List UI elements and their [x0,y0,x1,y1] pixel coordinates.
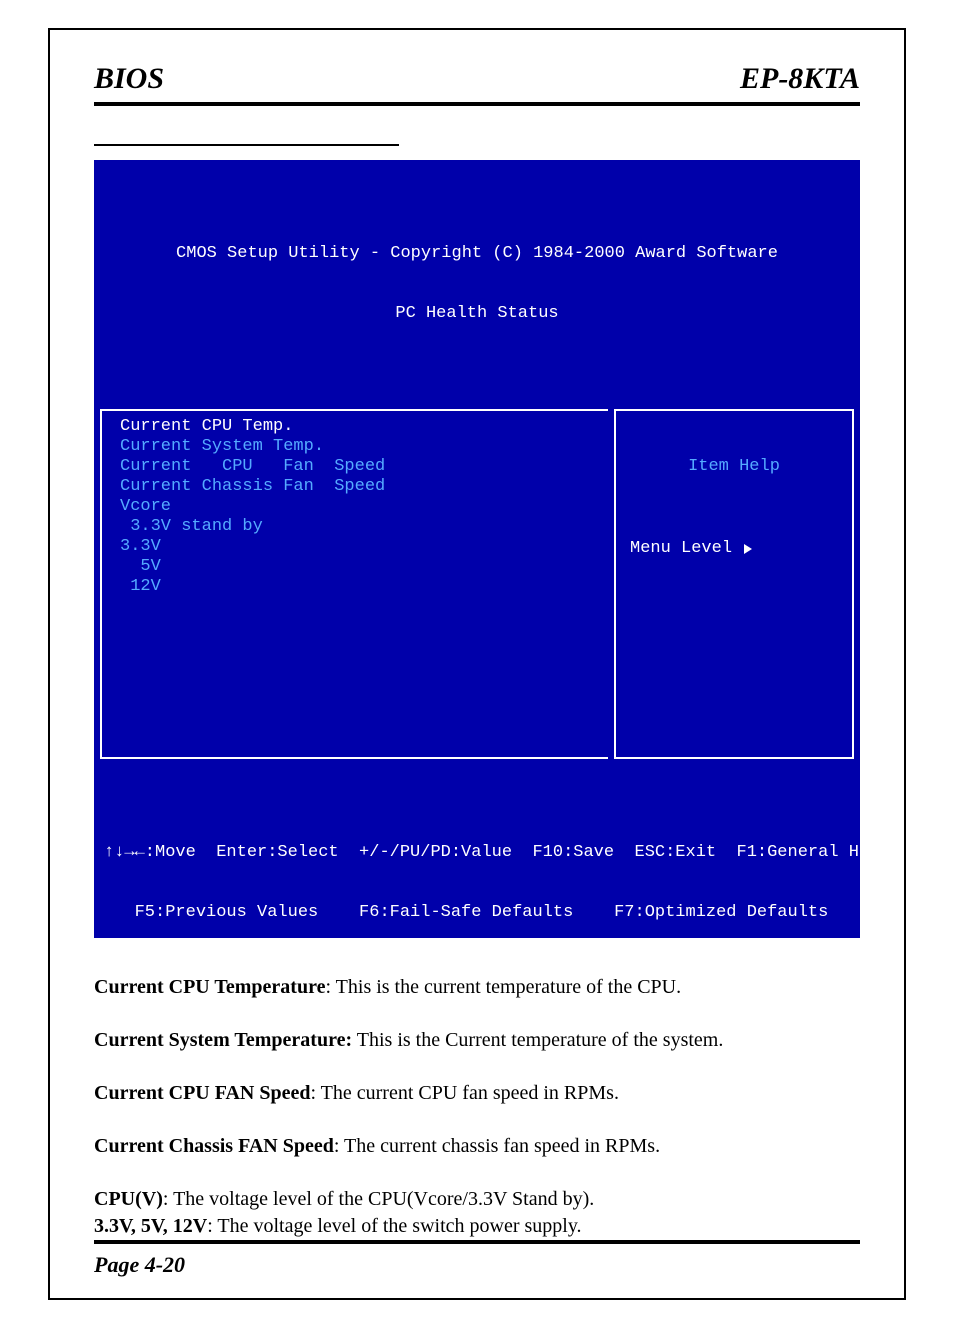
menu-level-row: Menu Level [630,539,838,559]
bios-item: 3.3V [120,537,161,556]
bios-item: 3.3V stand by [120,517,263,536]
item-help-title: Item Help [630,457,838,477]
page-frame: BIOS EP-8KTA CMOS Setup Utility - Copyri… [48,28,906,1300]
bios-item-selected: Current CPU Temp. [120,417,293,436]
bios-title-line2: PC Health Status [94,304,860,324]
desc-label: Current CPU Temperature [94,976,325,998]
bios-title: CMOS Setup Utility - Copyright (C) 1984-… [94,200,860,366]
bios-item: 5V [120,557,161,576]
desc-text: : The voltage level of the CPU(Vcore/3.3… [163,1188,594,1210]
section-title-rule [94,144,399,146]
desc-row: Current CPU FAN Speed: The current CPU f… [94,1080,860,1107]
bios-footer-line1: ↑↓→←:Move Enter:Select +/-/PU/PD:Value F… [104,843,850,863]
desc-row: Current System Temperature: This is the … [94,1027,860,1054]
bios-footer: ↑↓→←:Move Enter:Select +/-/PU/PD:Value F… [94,801,860,938]
bios-item: Current Chassis Fan Speed [120,477,385,496]
desc-label: Current CPU FAN Speed [94,1082,310,1104]
page-header: BIOS EP-8KTA [94,62,860,106]
page-number: Page 4-20 [94,1240,860,1278]
desc-label: Current Chassis FAN Speed [94,1135,334,1157]
desc-row: 3.3V, 5V, 12V: The voltage level of the … [94,1213,860,1240]
bios-panels: Current CPU Temp. Current System Temp. C… [94,407,860,761]
desc-row: Current CPU Temperature: This is the cur… [94,974,860,1001]
desc-text: : This is the current temperature of the… [325,976,681,998]
desc-label: CPU(V) [94,1188,163,1210]
bios-item: 12V [120,577,161,596]
desc-label: 3.3V, 5V, 12V [94,1215,207,1237]
desc-text: This is the Current temperature of the s… [352,1029,723,1051]
header-right: EP-8KTA [740,62,860,96]
bios-right-panel: Item Help Menu Level [614,409,854,759]
bios-item: Vcore [120,497,171,516]
bios-footer-line2: F5:Previous Values F6:Fail-Safe Defaults… [104,903,850,923]
desc-row: Current Chassis FAN Speed: The current c… [94,1133,860,1160]
bios-item: Current System Temp. [120,437,324,456]
bios-title-line1: CMOS Setup Utility - Copyright (C) 1984-… [94,244,860,264]
desc-text: : The current chassis fan speed in RPMs. [334,1135,660,1157]
bios-left-panel: Current CPU Temp. Current System Temp. C… [100,409,608,759]
bios-screenshot: CMOS Setup Utility - Copyright (C) 1984-… [94,160,860,938]
desc-row: CPU(V): The voltage level of the CPU(Vco… [94,1186,860,1213]
bios-item: Current CPU Fan Speed [120,457,385,476]
header-left: BIOS [94,62,164,96]
triangle-right-icon [744,544,752,554]
desc-text: : The current CPU fan speed in RPMs. [310,1082,619,1104]
desc-text: : The voltage level of the switch power … [207,1215,581,1237]
description-block: Current CPU Temperature: This is the cur… [94,974,860,1240]
menu-level-label: Menu Level [630,539,732,559]
desc-label: Current System Temperature: [94,1029,352,1051]
